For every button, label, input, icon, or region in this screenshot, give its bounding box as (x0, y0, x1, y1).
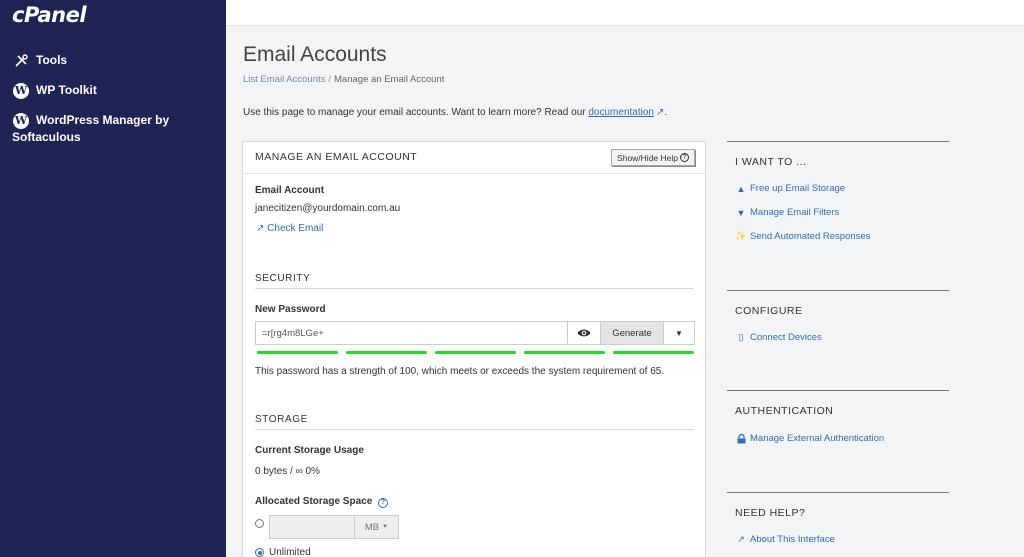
top-bar (226, 0, 1024, 26)
allocated-storage-label-text: Allocated Storage Space (255, 496, 373, 507)
external-auth-link[interactable]: Manage External Authentication (736, 433, 884, 444)
allocated-storage-label: Allocated Storage Space ? (255, 496, 389, 508)
strength-segment (613, 351, 694, 354)
configure-title: CONFIGURE (735, 305, 803, 317)
sidebar-item-wp-toolkit[interactable]: W WP Toolkit (12, 82, 97, 99)
sidebar: cPanel Tools W WP Toolkit W WordPress Man… (0, 0, 226, 557)
external-link-icon: ↗ (256, 223, 265, 234)
cpanel-logo[interactable]: cPanel (12, 3, 87, 27)
caret-down-icon: ▼ (382, 524, 389, 530)
about-interface-link[interactable]: ↗ About This Interface (736, 534, 835, 545)
intro-text-end: . (664, 107, 668, 118)
divider (727, 390, 949, 391)
manage-filters-link[interactable]: ▼ Manage Email Filters (736, 207, 840, 218)
link-label: About This Interface (750, 534, 835, 545)
strength-segment (524, 351, 605, 354)
link-label: Connect Devices (750, 332, 822, 343)
eye-icon (577, 329, 591, 337)
strength-segment (346, 351, 427, 354)
security-section-title: SECURITY (255, 273, 311, 284)
check-email-label: Check Email (267, 223, 324, 234)
unlimited-label: Unlimited (269, 547, 311, 557)
divider (727, 141, 949, 142)
check-email-link[interactable]: ↗ Check Email (256, 223, 323, 234)
auto-responses-link[interactable]: ✨ Send Automated Responses (735, 231, 871, 242)
wordpress-icon: W (13, 82, 29, 99)
link-label: Manage Email Filters (750, 207, 840, 218)
divider (255, 429, 694, 430)
divider (727, 492, 949, 493)
panel-title: MANAGE AN EMAIL ACCOUNT (255, 151, 418, 163)
need-help-title: NEED HELP? (735, 507, 806, 519)
free-up-storage-link[interactable]: ▲ Free up Email Storage (736, 183, 846, 194)
link-label: Manage External Authentication (750, 433, 885, 444)
filter-icon: ▼ (736, 207, 746, 218)
show-hide-help-button[interactable]: Show/Hide Help ? (611, 149, 695, 166)
password-strength-meter (257, 351, 694, 354)
intro-text-body: Use this page to manage your email accou… (243, 107, 586, 118)
sidebar-item-wordpress-manager[interactable]: W WordPress Manager by Softaculous (12, 112, 212, 146)
storage-unit-value: MB (364, 521, 380, 533)
sidebar-item-tools[interactable]: Tools (12, 52, 67, 69)
current-storage-value: 0 bytes / ∞ 0% (255, 466, 320, 477)
documentation-link[interactable]: documentation (588, 107, 654, 118)
breadcrumb: List Email Accounts / Manage an Email Acco… (243, 74, 444, 85)
unlimited-storage-radio[interactable] (255, 548, 264, 557)
external-link-icon: ↗ (737, 534, 745, 544)
wordpress-icon: W (13, 112, 29, 129)
strength-segment (257, 351, 338, 354)
sidebar-item-label: WordPress Manager by Softaculous (12, 113, 170, 144)
current-storage-label: Current Storage Usage (255, 445, 364, 456)
connect-devices-link[interactable]: ▯ Connect Devices (736, 332, 822, 343)
help-icon[interactable]: ? (378, 498, 389, 508)
magic-wand-icon: ✨ (735, 231, 747, 241)
manage-account-panel: MANAGE AN EMAIL ACCOUNT Show/Hide Help ?… (242, 141, 706, 557)
divider (727, 290, 949, 291)
strength-segment (435, 351, 516, 354)
mobile-icon: ▯ (738, 332, 744, 342)
intro-text: Use this page to manage your email accou… (243, 107, 667, 118)
authentication-title: AUTHENTICATION (735, 405, 834, 417)
show-password-button[interactable] (567, 321, 601, 345)
email-account-value: janecitizen@yourdomain.com.au (255, 203, 401, 214)
custom-storage-radio[interactable] (255, 519, 264, 528)
caret-down-icon: ▼ (675, 328, 683, 338)
generate-password-button[interactable]: Generate (601, 321, 664, 345)
lock-icon (736, 433, 746, 444)
generate-options-dropdown[interactable]: ▼ (664, 321, 695, 345)
eraser-icon: ▲ (736, 183, 746, 194)
password-strength-text: This password has a strength of 100, whi… (255, 366, 665, 377)
storage-section-title: STORAGE (255, 414, 308, 425)
question-icon: ? (680, 153, 689, 162)
link-label: Send Automated Responses (750, 231, 871, 242)
breadcrumb-current: Manage an Email Account (334, 74, 445, 85)
panel-header: MANAGE AN EMAIL ACCOUNT Show/Hide Help ? (243, 142, 705, 174)
email-account-label: Email Account (255, 185, 325, 196)
sidebar-item-label: Tools (36, 53, 68, 67)
storage-unit-select[interactable]: MB ▼ (355, 515, 399, 539)
password-input-group: =r[rg4m8LGe+ Generate ▼ (255, 321, 695, 345)
storage-quota-input[interactable] (269, 515, 355, 539)
new-password-input[interactable]: =r[rg4m8LGe+ (255, 321, 567, 345)
page-title: Email Accounts (243, 43, 387, 66)
sidebar-item-label: WP Toolkit (36, 83, 97, 97)
link-label: Free up Email Storage (750, 183, 846, 194)
new-password-label: New Password (255, 304, 326, 315)
breadcrumb-separator: / (328, 74, 332, 85)
help-button-label: Show/Hide Help (617, 152, 678, 163)
tools-icon (12, 52, 30, 69)
divider (255, 288, 694, 289)
breadcrumb-list-email-accounts[interactable]: List Email Accounts (243, 74, 325, 85)
i-want-to-title: I WANT TO ... (735, 156, 807, 168)
